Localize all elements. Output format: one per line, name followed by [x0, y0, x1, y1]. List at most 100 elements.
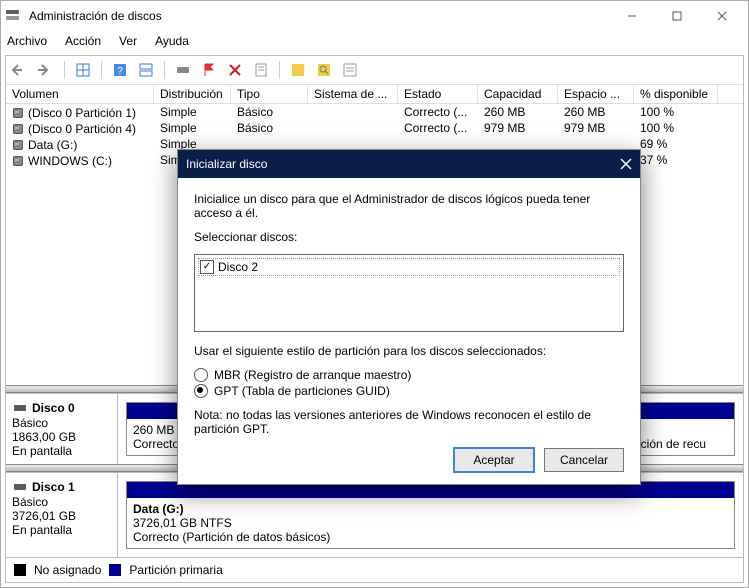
- minimize-button[interactable]: [609, 2, 654, 30]
- delete-icon[interactable]: [225, 60, 245, 80]
- disk-icon: [12, 400, 28, 416]
- menu-view[interactable]: Ver: [117, 34, 139, 48]
- new-yellow-icon[interactable]: [288, 60, 308, 80]
- dialog-body: Inicialice un disco para que el Administ…: [178, 178, 640, 484]
- menubar: Archivo Acción Ver Ayuda: [1, 31, 748, 51]
- column-volume[interactable]: Volumen: [6, 85, 154, 103]
- partition-body: Data (G:) 3726,01 GB NTFS Correcto (Part…: [127, 498, 734, 548]
- layout-icon[interactable]: [136, 60, 156, 80]
- main-window: Administración de discos Archivo Acción …: [0, 0, 749, 588]
- menu-file[interactable]: Archivo: [5, 34, 49, 48]
- radio-icon[interactable]: [194, 368, 208, 382]
- maximize-button[interactable]: [654, 2, 699, 30]
- cell-layout: Simple: [154, 121, 231, 135]
- volume-icon: [12, 120, 28, 136]
- volume-icon: [12, 152, 28, 168]
- back-icon[interactable]: [10, 60, 30, 80]
- table-row[interactable]: (Disco 0 Partición 1) Simple Básico Corr…: [6, 104, 743, 120]
- column-free[interactable]: Espacio ...: [558, 85, 634, 103]
- dialog-title-bar: Inicializar disco: [178, 150, 640, 178]
- legend: No asignado Partición primaria: [6, 557, 743, 582]
- legend-primary: Partición primaria: [129, 563, 222, 577]
- checkbox-icon[interactable]: ✓: [200, 260, 214, 274]
- disk-status: En pantalla: [12, 444, 111, 458]
- table-row[interactable]: (Disco 0 Partición 4) Simple Básico Corr…: [6, 120, 743, 136]
- radio-gpt[interactable]: GPT (Tabla de particiones GUID): [194, 384, 624, 398]
- dialog-select-label: Seleccionar discos:: [194, 230, 624, 244]
- list-grey-icon[interactable]: [340, 60, 360, 80]
- partition-status: Correcto (Partición de datos básicos): [133, 530, 728, 544]
- menu-action[interactable]: Acción: [63, 34, 103, 48]
- radio-icon[interactable]: [194, 384, 208, 398]
- search-yellow-icon[interactable]: [314, 60, 334, 80]
- help-icon[interactable]: ?: [110, 60, 130, 80]
- flag-icon[interactable]: [199, 60, 219, 80]
- legend-unassigned: No asignado: [34, 563, 101, 577]
- disk-select-list[interactable]: ✓ Disco 2: [194, 254, 624, 332]
- radio-mbr[interactable]: MBR (Registro de arranque maestro): [194, 368, 624, 382]
- column-layout[interactable]: Distribución: [154, 85, 231, 103]
- grid-icon[interactable]: [73, 60, 93, 80]
- app-icon: [5, 8, 21, 24]
- titlebar: Administración de discos: [1, 1, 748, 31]
- separator-icon: [279, 61, 280, 79]
- cell-free: 979 MB: [558, 121, 634, 135]
- forward-icon[interactable]: [36, 60, 56, 80]
- disk-name: Disco 1: [32, 480, 75, 494]
- window-controls: [609, 2, 744, 30]
- dialog-title: Inicializar disco: [186, 157, 267, 171]
- cell-type: Básico: [231, 105, 308, 119]
- cell-volume: WINDOWS (C:): [28, 154, 112, 168]
- menu-help[interactable]: Ayuda: [153, 34, 191, 48]
- volume-icon: [12, 104, 28, 120]
- radio-label: GPT (Tabla de particiones GUID): [214, 384, 390, 398]
- disk-icon: [12, 479, 28, 495]
- properties-icon[interactable]: [251, 60, 271, 80]
- disk-status: En pantalla: [12, 523, 111, 537]
- close-button[interactable]: [699, 2, 744, 30]
- partition-fs: 3726,01 GB NTFS: [133, 516, 728, 530]
- cell-capacity: 979 MB: [478, 121, 558, 135]
- svg-text:?: ?: [117, 66, 123, 77]
- table-header: Volumen Distribución Tipo Sistema de ...…: [6, 85, 743, 104]
- dialog-note: Nota: no todas las versiones anteriores …: [194, 408, 624, 436]
- cell-percent: 100 %: [634, 121, 718, 135]
- column-state[interactable]: Estado: [398, 85, 478, 103]
- cell-volume: (Disco 0 Partición 4): [28, 122, 136, 136]
- cancel-button[interactable]: Cancelar: [544, 448, 624, 472]
- disk-size: 3726,01 GB: [12, 509, 111, 523]
- dialog-close-button[interactable]: [620, 158, 632, 170]
- column-percent[interactable]: % disponible: [634, 85, 718, 103]
- disk-size: 1863,00 GB: [12, 430, 111, 444]
- legend-swatch-unassigned: [14, 564, 26, 576]
- column-capacity[interactable]: Capacidad: [478, 85, 558, 103]
- partition-label: Data (G:): [133, 502, 728, 516]
- cell-state: Correcto (...: [398, 105, 478, 119]
- column-type[interactable]: Tipo: [231, 85, 308, 103]
- column-filesystem[interactable]: Sistema de ...: [308, 85, 398, 103]
- ok-button[interactable]: Aceptar: [454, 448, 534, 472]
- drive-icon[interactable]: [173, 60, 193, 80]
- disk-info[interactable]: Disco 1 Básico 3726,01 GB En pantalla: [6, 473, 118, 557]
- cell-layout: Simple: [154, 105, 231, 119]
- separator-icon: [64, 61, 65, 79]
- cell-free: 260 MB: [558, 105, 634, 119]
- cell-percent: 37 %: [634, 153, 718, 167]
- separator-icon: [101, 61, 102, 79]
- radio-label: MBR (Registro de arranque maestro): [214, 368, 411, 382]
- cell-state: Correcto (...: [398, 121, 478, 135]
- cell-percent: 100 %: [634, 105, 718, 119]
- disk-type: Básico: [12, 416, 111, 430]
- cell-percent: 69 %: [634, 137, 718, 151]
- disk-info[interactable]: Disco 0 Básico 1863,00 GB En pantalla: [6, 394, 118, 464]
- legend-swatch-primary: [109, 564, 121, 576]
- cell-volume: (Disco 0 Partición 1): [28, 106, 136, 120]
- cell-type: Básico: [231, 121, 308, 135]
- list-item[interactable]: ✓ Disco 2: [199, 259, 619, 275]
- cell-capacity: 260 MB: [478, 105, 558, 119]
- initialize-disk-dialog: Inicializar disco Inicialice un disco pa…: [177, 149, 641, 485]
- dialog-intro: Inicialice un disco para que el Administ…: [194, 192, 624, 220]
- cell-volume: Data (G:): [28, 138, 77, 152]
- volume-icon: [12, 136, 28, 152]
- partition[interactable]: Data (G:) 3726,01 GB NTFS Correcto (Part…: [126, 481, 735, 549]
